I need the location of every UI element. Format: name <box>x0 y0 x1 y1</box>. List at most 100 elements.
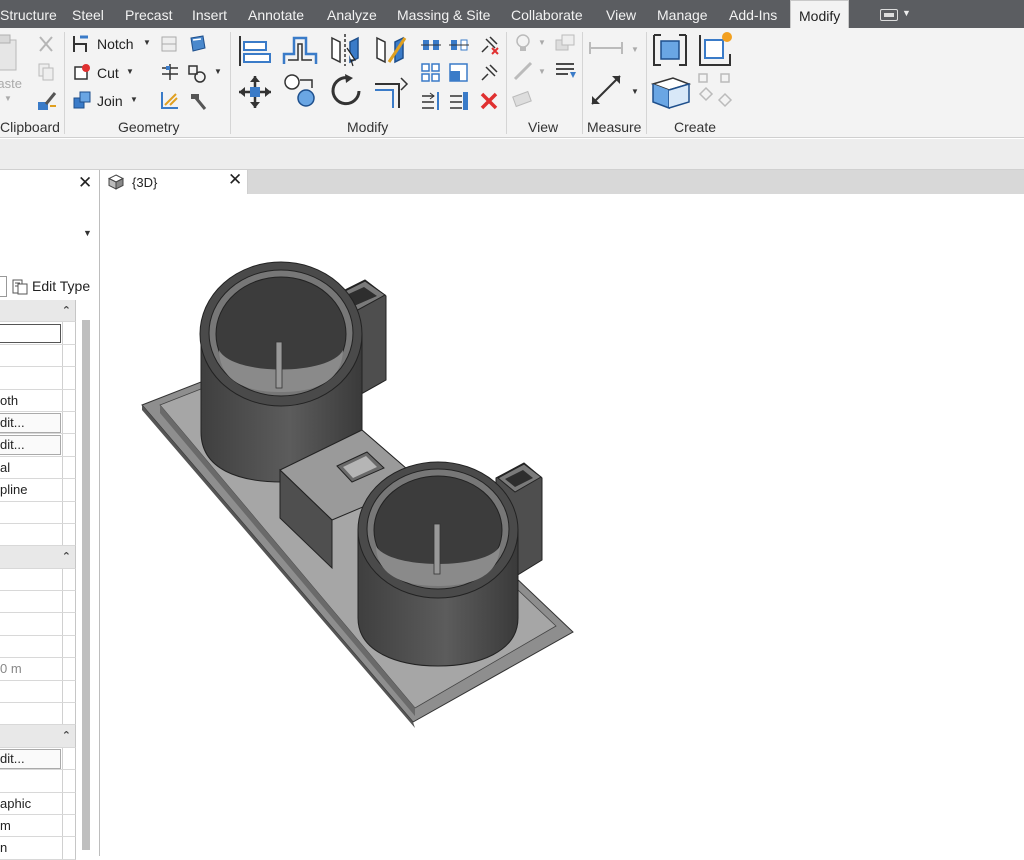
create-group-icon[interactable] <box>697 72 733 110</box>
tab-insert[interactable]: Insert <box>192 0 227 28</box>
chevron-down-icon[interactable]: ▼ <box>631 45 639 54</box>
split-face-icon[interactable] <box>160 34 180 54</box>
tab-modify[interactable]: Modify <box>790 0 850 30</box>
match-properties-icon[interactable] <box>36 90 58 112</box>
type-selector-dropdown-icon[interactable]: ▼ <box>83 228 92 238</box>
move-axis-icon[interactable] <box>448 34 470 56</box>
delete-icon[interactable] <box>478 90 500 112</box>
cut-label[interactable]: Cut <box>97 65 119 81</box>
notch-label[interactable]: Notch <box>97 36 134 52</box>
close-icon[interactable]: ✕ <box>228 170 242 190</box>
panel-separator <box>582 32 583 134</box>
property-row[interactable] <box>0 322 76 345</box>
chevron-down-icon[interactable]: ▼ <box>126 67 134 76</box>
tab-view[interactable]: View <box>606 0 636 28</box>
chevron-down-icon[interactable]: ▼ <box>214 67 222 76</box>
property-group-header[interactable]: ⌃ <box>0 300 76 323</box>
collapse-chevron-icon[interactable]: ⌃ <box>62 725 71 746</box>
property-group-header[interactable]: ⌃ <box>0 546 76 569</box>
tab-massing-site[interactable]: Massing & Site <box>397 0 490 28</box>
property-row: aphic <box>0 792 76 815</box>
mirror-draw-icon[interactable] <box>373 32 409 68</box>
offset-icon[interactable] <box>282 34 318 68</box>
column-divider <box>62 747 63 770</box>
clipboard-panel-title: Clipboard <box>0 119 60 135</box>
paint-icon[interactable] <box>188 34 208 54</box>
create-assembly-icon[interactable] <box>651 32 689 68</box>
chevron-down-icon[interactable]: ▼ <box>631 87 639 96</box>
copy-icon[interactable] <box>282 72 318 110</box>
cut-clipboard-icon[interactable] <box>36 34 56 54</box>
join-icon[interactable] <box>72 90 92 110</box>
edit-type-button[interactable]: Edit Type <box>0 273 100 299</box>
chevron-down-icon[interactable]: ▼ <box>538 38 546 47</box>
chevron-down-icon[interactable]: ▼ <box>143 38 151 47</box>
property-row <box>0 635 76 659</box>
view-cube-icon <box>108 174 124 190</box>
bulb-icon[interactable] <box>512 32 534 54</box>
scale-icon[interactable] <box>448 62 470 84</box>
tab-analyze[interactable]: Analyze <box>327 0 377 28</box>
property-row[interactable]: dit... <box>0 411 76 435</box>
property-value: oth <box>0 392 19 408</box>
property-group-header[interactable]: ⌃ <box>0 725 76 748</box>
properties-scrollbar[interactable] <box>82 320 90 850</box>
column-divider <box>62 703 63 725</box>
paste-icon[interactable] <box>0 32 20 76</box>
tab-annotate[interactable]: Annotate <box>248 0 304 28</box>
edit-type-label: Edit Type <box>32 278 91 294</box>
measure-distance-icon[interactable] <box>588 38 624 58</box>
unpin-icon[interactable] <box>478 34 500 56</box>
tab-add-ins[interactable]: Add-Ins <box>729 0 777 28</box>
close-icon[interactable]: ✕ <box>78 173 92 193</box>
tab-steel[interactable]: Steel <box>72 0 104 28</box>
property-row: oth <box>0 389 76 412</box>
copy-axis-icon[interactable] <box>420 34 442 56</box>
create-parts-icon[interactable] <box>651 74 691 110</box>
paste-dropdown-icon[interactable]: ▼ <box>4 94 12 103</box>
tab-collaborate[interactable]: Collaborate <box>511 0 583 28</box>
tab-structure[interactable]: Structure <box>0 0 57 28</box>
notch-icon[interactable] <box>72 34 92 54</box>
cut-icon[interactable] <box>72 62 92 82</box>
pin-icon[interactable] <box>478 62 500 84</box>
contextual-tab-toggle[interactable]: ▼ <box>876 7 912 23</box>
split-with-gap-icon[interactable] <box>448 90 470 112</box>
paste-label: Paste <box>0 76 22 91</box>
copy-clipboard-icon[interactable] <box>37 62 55 82</box>
move-icon[interactable] <box>237 74 273 110</box>
chevron-down-icon[interactable]: ▼ <box>130 95 138 104</box>
linework-icon[interactable] <box>512 60 534 82</box>
demolish-icon[interactable] <box>186 62 208 84</box>
collapse-chevron-icon[interactable]: ⌃ <box>62 546 71 567</box>
measure-icon[interactable] <box>588 72 624 108</box>
view-tab-3d[interactable]: {3D} ✕ <box>100 170 248 194</box>
cup-body-2 <box>357 461 519 667</box>
array-icon[interactable] <box>420 62 442 84</box>
align-icon[interactable] <box>238 34 272 68</box>
type-filter-box[interactable] <box>0 276 7 297</box>
mirror-axis-icon[interactable] <box>328 32 362 68</box>
split-gap-icon[interactable] <box>420 90 442 112</box>
column-divider <box>62 635 63 658</box>
tab-manage[interactable]: Manage <box>657 0 708 28</box>
property-row <box>0 523 76 547</box>
property-input[interactable] <box>0 324 61 344</box>
column-divider <box>62 367 63 389</box>
chevron-down-icon[interactable]: ▼ <box>538 67 546 76</box>
create-similar-icon[interactable] <box>697 30 735 68</box>
property-row[interactable]: dit... <box>0 434 76 457</box>
rotate-icon[interactable] <box>329 72 365 110</box>
filter-list-icon[interactable] <box>554 60 576 82</box>
split-element-icon[interactable] <box>160 90 180 110</box>
hide-element-icon[interactable] <box>512 88 534 110</box>
model-canvas[interactable] <box>100 194 1024 856</box>
trim-extend-icon[interactable] <box>373 74 409 110</box>
wall-joins-icon[interactable] <box>160 62 180 82</box>
tab-precast[interactable]: Precast <box>125 0 172 28</box>
hammer-icon[interactable] <box>187 90 209 112</box>
collapse-chevron-icon[interactable]: ⌃ <box>62 300 71 321</box>
property-row[interactable]: dit... <box>0 747 76 771</box>
join-label[interactable]: Join <box>97 93 123 109</box>
override-graphics-icon[interactable] <box>554 32 576 54</box>
